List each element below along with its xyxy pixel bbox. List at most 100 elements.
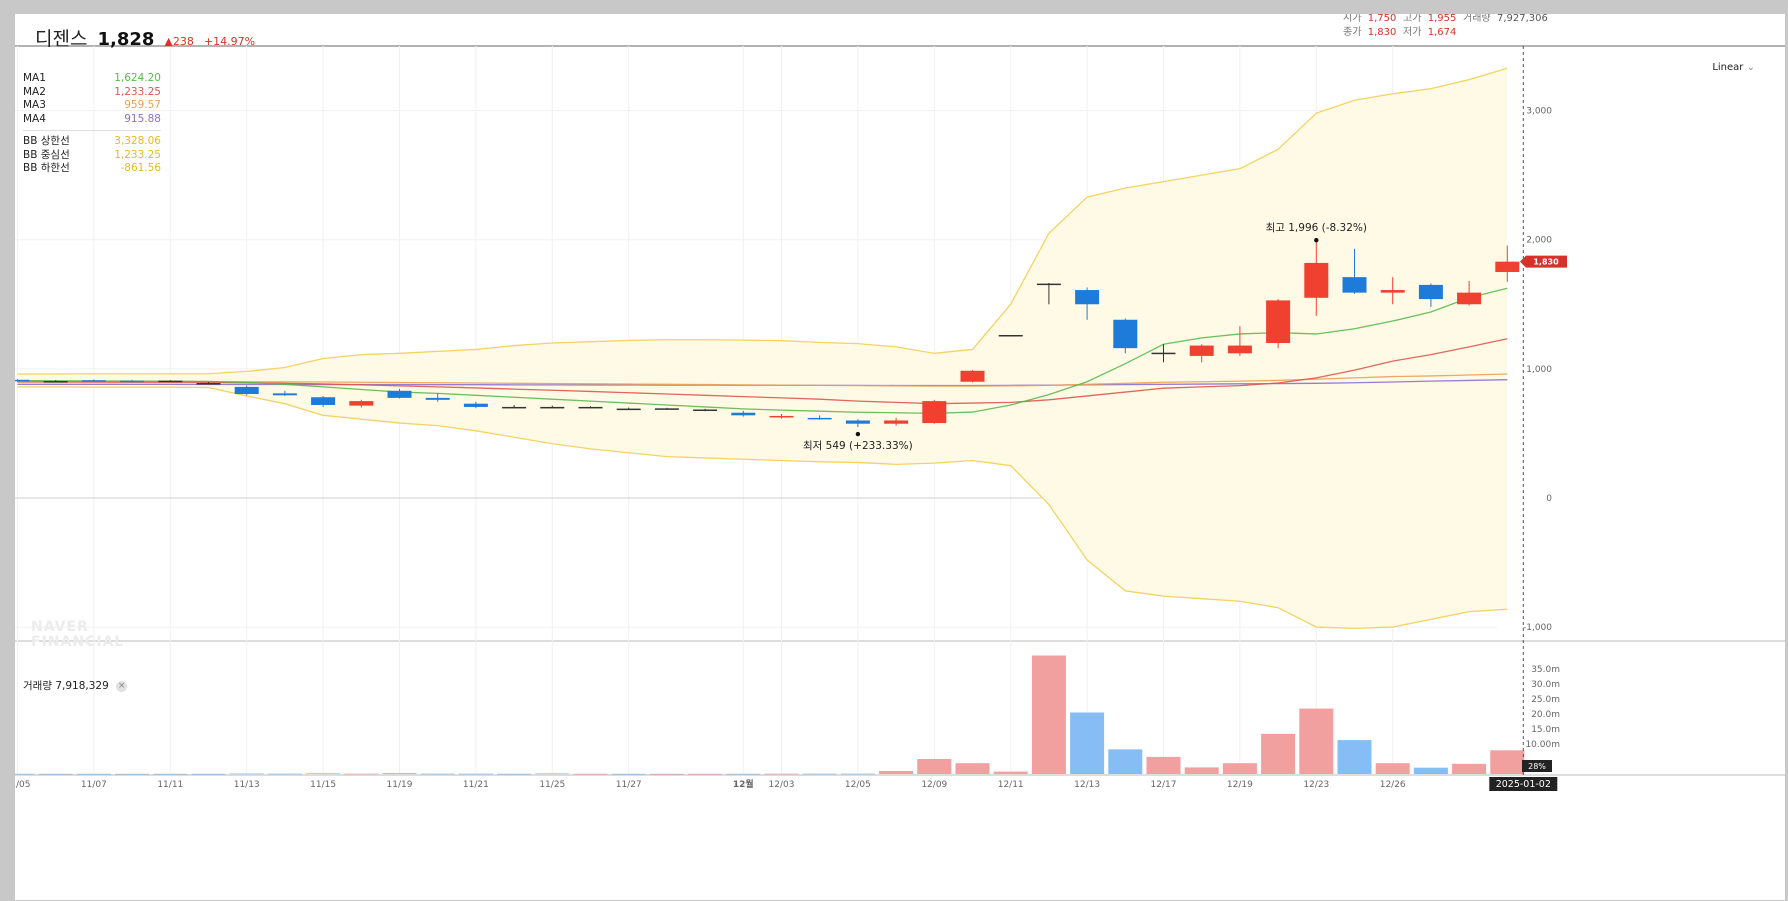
volume-bar <box>611 773 646 775</box>
candle-body <box>807 417 832 420</box>
x-tick-label: 11/15 <box>310 780 336 790</box>
candle-body <box>1036 283 1061 286</box>
legend-label: MA3 <box>23 99 46 111</box>
chevron-down-icon: ⌄ <box>1746 62 1755 73</box>
stock-header: 디젠스 1,828 ▲238 +14.97% <box>35 24 255 51</box>
high-value: 1,955 <box>1427 14 1457 24</box>
legend-ma4: MA4 915.88 <box>23 113 161 127</box>
indicator-legend: MA1 1,624.20 MA2 1,233.25 MA3 959.57 MA4 915… <box>23 72 161 176</box>
volume-bar <box>1452 763 1487 774</box>
legend-value: 1,624.20 <box>114 72 161 84</box>
volume-bar <box>1490 750 1525 774</box>
volume-bar <box>688 773 723 775</box>
naver-financial-watermark: NAVER FINANCIAL <box>31 620 124 650</box>
candle-body <box>120 380 145 383</box>
candle-body <box>769 415 794 418</box>
volume-bar <box>1070 712 1105 774</box>
stock-name: 디젠스 <box>35 28 88 50</box>
legend-value: -861.56 <box>120 162 161 174</box>
y-tick-label: 3,000 <box>1526 107 1552 117</box>
volume-bar <box>764 773 799 775</box>
candle-body <box>196 383 221 385</box>
x-tick-label: 12/17 <box>1151 780 1177 790</box>
candle-body <box>616 408 641 411</box>
volume-value: 7,927,306 <box>1496 14 1548 24</box>
volume-bar <box>1261 733 1296 774</box>
volume-bar <box>917 759 952 774</box>
close-icon[interactable]: × <box>116 680 128 692</box>
candle-body <box>1418 284 1443 300</box>
annotation-dot <box>855 431 861 437</box>
x-tick-label: 11/21 <box>463 780 489 790</box>
x-tick-label: 12/26 <box>1380 780 1406 790</box>
candle-body <box>1304 262 1329 298</box>
watermark-line: FINANCIAL <box>31 634 125 650</box>
volume-label: 거래량 <box>1463 14 1491 24</box>
current-price-tag-label: 1,830 <box>1533 258 1559 267</box>
x-tick-label: 11/07 <box>81 780 107 790</box>
volume-bar <box>649 773 684 775</box>
candle-body <box>1342 277 1367 293</box>
legend-value: 3,328.06 <box>114 135 161 147</box>
volume-tick-label: 35.0m <box>1531 665 1560 675</box>
volume-bar <box>535 773 570 775</box>
candle-body <box>1457 292 1482 305</box>
volume-bar <box>115 773 150 775</box>
candle-body <box>998 334 1023 337</box>
volume-bar <box>1108 749 1143 774</box>
bb-band-fill <box>17 68 1508 629</box>
legend-label: BB 하한선 <box>23 162 70 174</box>
legend-label: BB 중심선 <box>23 148 70 161</box>
candle-body <box>1113 319 1138 349</box>
volume-bar <box>229 773 264 775</box>
x-tick-label: 12/23 <box>1303 780 1329 790</box>
x-tick-label: 11/11 <box>157 780 183 790</box>
legend-ma1: MA1 1,624.20 <box>23 72 161 86</box>
x-tick-label: 12/13 <box>1074 780 1100 790</box>
candle-body <box>654 408 679 410</box>
volume-bar <box>191 773 226 775</box>
volume-tick-label: 10.00m <box>1525 740 1560 750</box>
candle-body <box>540 406 565 409</box>
volume-bar <box>15 773 35 775</box>
volume-tick-label: 25.0m <box>1531 695 1560 705</box>
scale-mode-select[interactable]: Linear ⌄ <box>1712 62 1755 73</box>
candle-body <box>1151 352 1176 355</box>
candle-body <box>463 403 488 407</box>
y-tick-label: 0 <box>1546 494 1552 504</box>
legend-ma2: MA2 1,233.25 <box>23 86 161 100</box>
legend-value: 959.57 <box>124 99 161 111</box>
volume-panel-title: 거래량 <box>23 680 52 692</box>
close-value: 1,830 <box>1367 27 1397 38</box>
candle-body <box>387 390 412 398</box>
crosshair-date-label: 2025-01-02 <box>1496 779 1551 790</box>
candle-body <box>502 406 527 409</box>
x-tick-label: 11/05 <box>15 780 30 790</box>
current-price: 1,828 <box>97 29 155 50</box>
chart-canvas[interactable]: 3,000 2,000 1,000 0 -1,000 최고 1,996 (-8.32%) 최… <box>15 14 1785 900</box>
candle-body <box>693 409 718 412</box>
candle-body <box>1189 345 1214 356</box>
candle-body <box>311 397 336 405</box>
volume-panel-value: 7,918,329 <box>55 680 109 692</box>
watermark-line: NAVER <box>31 619 89 635</box>
low-annotation: 최저 549 (+233.33%) <box>803 440 913 452</box>
y-tick-label: 1,000 <box>1526 365 1552 375</box>
legend-value: 1,233.25 <box>114 148 161 161</box>
volume-bar <box>879 771 914 774</box>
x-tick-label: 12/03 <box>769 780 795 790</box>
candle-body <box>272 393 297 396</box>
x-tick-label: 12/11 <box>998 780 1024 790</box>
y-tick-label: 2,000 <box>1526 236 1552 246</box>
volume-bar <box>1375 763 1410 774</box>
candle-body <box>1075 290 1100 305</box>
open-value: 1,750 <box>1367 14 1397 24</box>
volume-bar <box>1299 708 1334 774</box>
volume-bar <box>1031 655 1066 774</box>
volume-bar <box>420 773 455 775</box>
volume-bar <box>497 773 532 775</box>
candle-body <box>349 401 374 406</box>
volume-panel-label: 거래량 7,918,329 × <box>23 678 128 693</box>
legend-divider <box>23 130 161 131</box>
low-value: 1,674 <box>1427 27 1457 38</box>
